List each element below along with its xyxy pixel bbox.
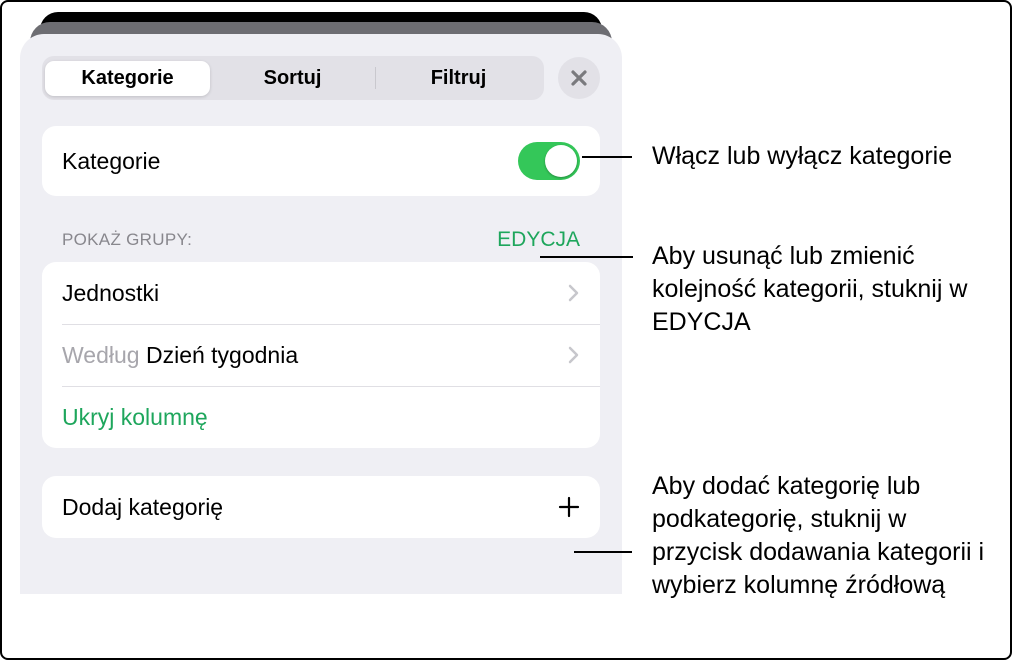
group-item-prefix: Według xyxy=(62,342,146,368)
add-category-label: Dodaj kategorię xyxy=(62,494,558,521)
categories-toggle-row: Kategorie xyxy=(42,126,600,196)
tab-sort[interactable]: Sortuj xyxy=(210,61,375,96)
segmented-control: Kategorie Sortuj Filtruj xyxy=(42,56,544,100)
app-window: Kategorie Sortuj Filtruj Kategorie xyxy=(0,0,1012,660)
callout-line xyxy=(574,551,632,553)
plus-icon xyxy=(558,496,580,518)
group-item-label: Według Dzień tygodnia xyxy=(62,342,568,369)
hide-column-button[interactable]: Ukryj kolumnę xyxy=(42,386,600,448)
close-button[interactable] xyxy=(558,57,600,99)
callouts-layer: Włącz lub wyłącz kategorie Aby usunąć lu… xyxy=(622,2,996,658)
groups-header-label: POKAŻ GRUPY: xyxy=(62,230,192,250)
panel-header: Kategorie Sortuj Filtruj xyxy=(42,56,600,100)
callout-edit: Aby usunąć lub zmienić kolejność kategor… xyxy=(652,240,992,339)
edit-button[interactable]: EDYCJA xyxy=(497,228,580,252)
groups-section-header: POKAŻ GRUPY: EDYCJA xyxy=(42,228,600,258)
callout-add: Aby dodać kategorię lub podkategorię, st… xyxy=(652,470,992,602)
sheet-panel: Kategorie Sortuj Filtruj Kategorie xyxy=(20,12,622,594)
hide-column-label: Ukryj kolumnę xyxy=(62,404,580,431)
groups-list: Jednostki Według Dzień tygodnia Ukryj ko… xyxy=(42,262,600,448)
group-item-jednostki[interactable]: Jednostki xyxy=(42,262,600,324)
callout-line xyxy=(540,256,633,258)
add-category-card: Dodaj kategorię xyxy=(42,476,600,538)
callout-toggle: Włącz lub wyłącz kategorie xyxy=(652,140,952,173)
group-item-label: Jednostki xyxy=(62,280,568,307)
categories-toggle[interactable] xyxy=(518,142,580,180)
toggle-knob xyxy=(545,145,577,177)
close-icon xyxy=(570,69,588,87)
add-category-button[interactable]: Dodaj kategorię xyxy=(42,476,600,538)
chevron-right-icon xyxy=(568,346,580,364)
organise-panel: Kategorie Sortuj Filtruj Kategorie xyxy=(20,34,622,594)
categories-toggle-label: Kategorie xyxy=(62,148,518,175)
group-item-dzien-tygodnia[interactable]: Według Dzień tygodnia xyxy=(42,324,600,386)
chevron-right-icon xyxy=(568,284,580,302)
tab-categories[interactable]: Kategorie xyxy=(45,61,210,96)
tab-filter[interactable]: Filtruj xyxy=(376,61,541,96)
callout-line xyxy=(582,156,632,158)
categories-toggle-card: Kategorie xyxy=(42,126,600,196)
